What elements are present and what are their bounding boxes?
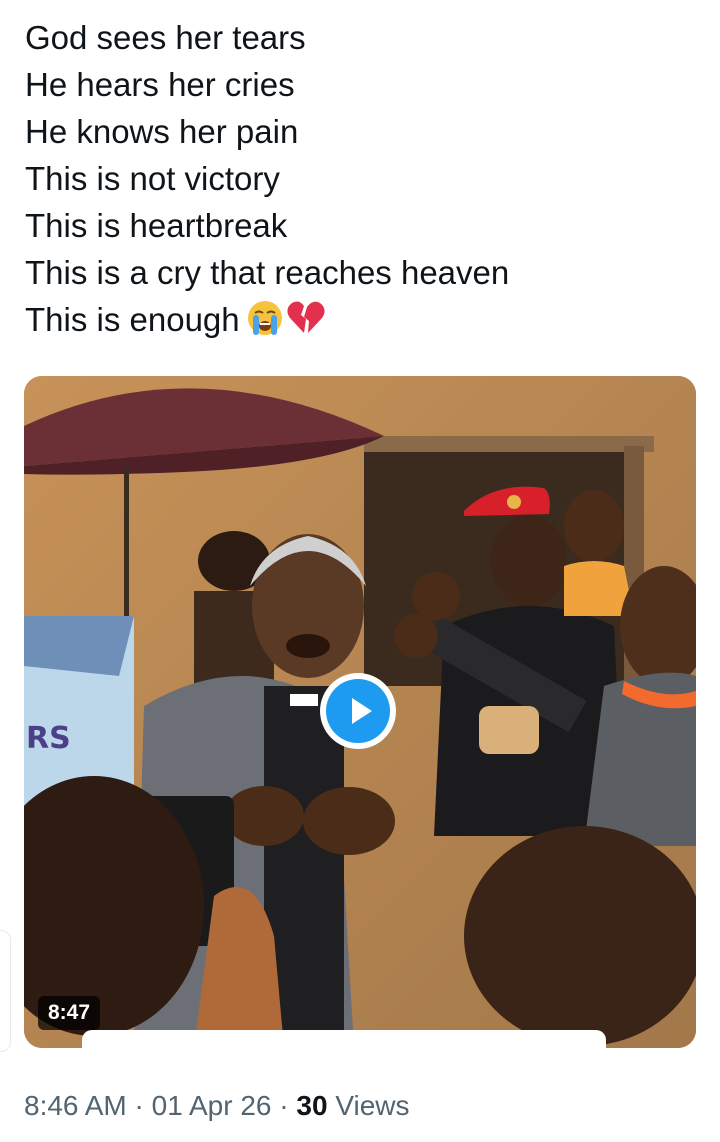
tweet-date[interactable]: 01 Apr 26 bbox=[152, 1090, 272, 1121]
tweet-line: This is not victory bbox=[25, 160, 280, 197]
meta-separator: · bbox=[279, 1090, 289, 1121]
loudly-crying-face-emoji-icon bbox=[246, 299, 284, 349]
play-button[interactable] bbox=[320, 673, 396, 749]
tweet-line: This is a cry that reaches heaven bbox=[25, 254, 510, 291]
side-panel-edge bbox=[0, 930, 11, 1052]
tweet-line-last: This is enough bbox=[25, 296, 705, 349]
jersey-text: RS bbox=[26, 721, 71, 756]
play-icon bbox=[326, 679, 390, 743]
video-duration: 8:47 bbox=[38, 996, 101, 1030]
views-count: 30 bbox=[296, 1090, 328, 1121]
tweet-line-text: This is enough bbox=[25, 301, 240, 338]
tweet-text: God sees her tears He hears her cries He… bbox=[25, 14, 705, 349]
broken-heart-emoji-icon bbox=[286, 299, 326, 349]
views-label: Views bbox=[335, 1090, 410, 1121]
tweet-time[interactable]: 8:46 AM bbox=[24, 1090, 127, 1121]
video-player[interactable]: RS 8:47 bbox=[24, 376, 696, 1048]
meta-separator: · bbox=[134, 1090, 144, 1121]
media-footer bbox=[82, 1030, 606, 1048]
tweet-line: God sees her tears bbox=[25, 19, 306, 56]
tweet-line: He knows her pain bbox=[25, 113, 299, 150]
tweet-line: He hears her cries bbox=[25, 66, 295, 103]
tweet-line: This is heartbreak bbox=[25, 207, 288, 244]
tweet-meta: 8:46 AM · 01 Apr 26 · 30 Views bbox=[24, 1086, 410, 1126]
